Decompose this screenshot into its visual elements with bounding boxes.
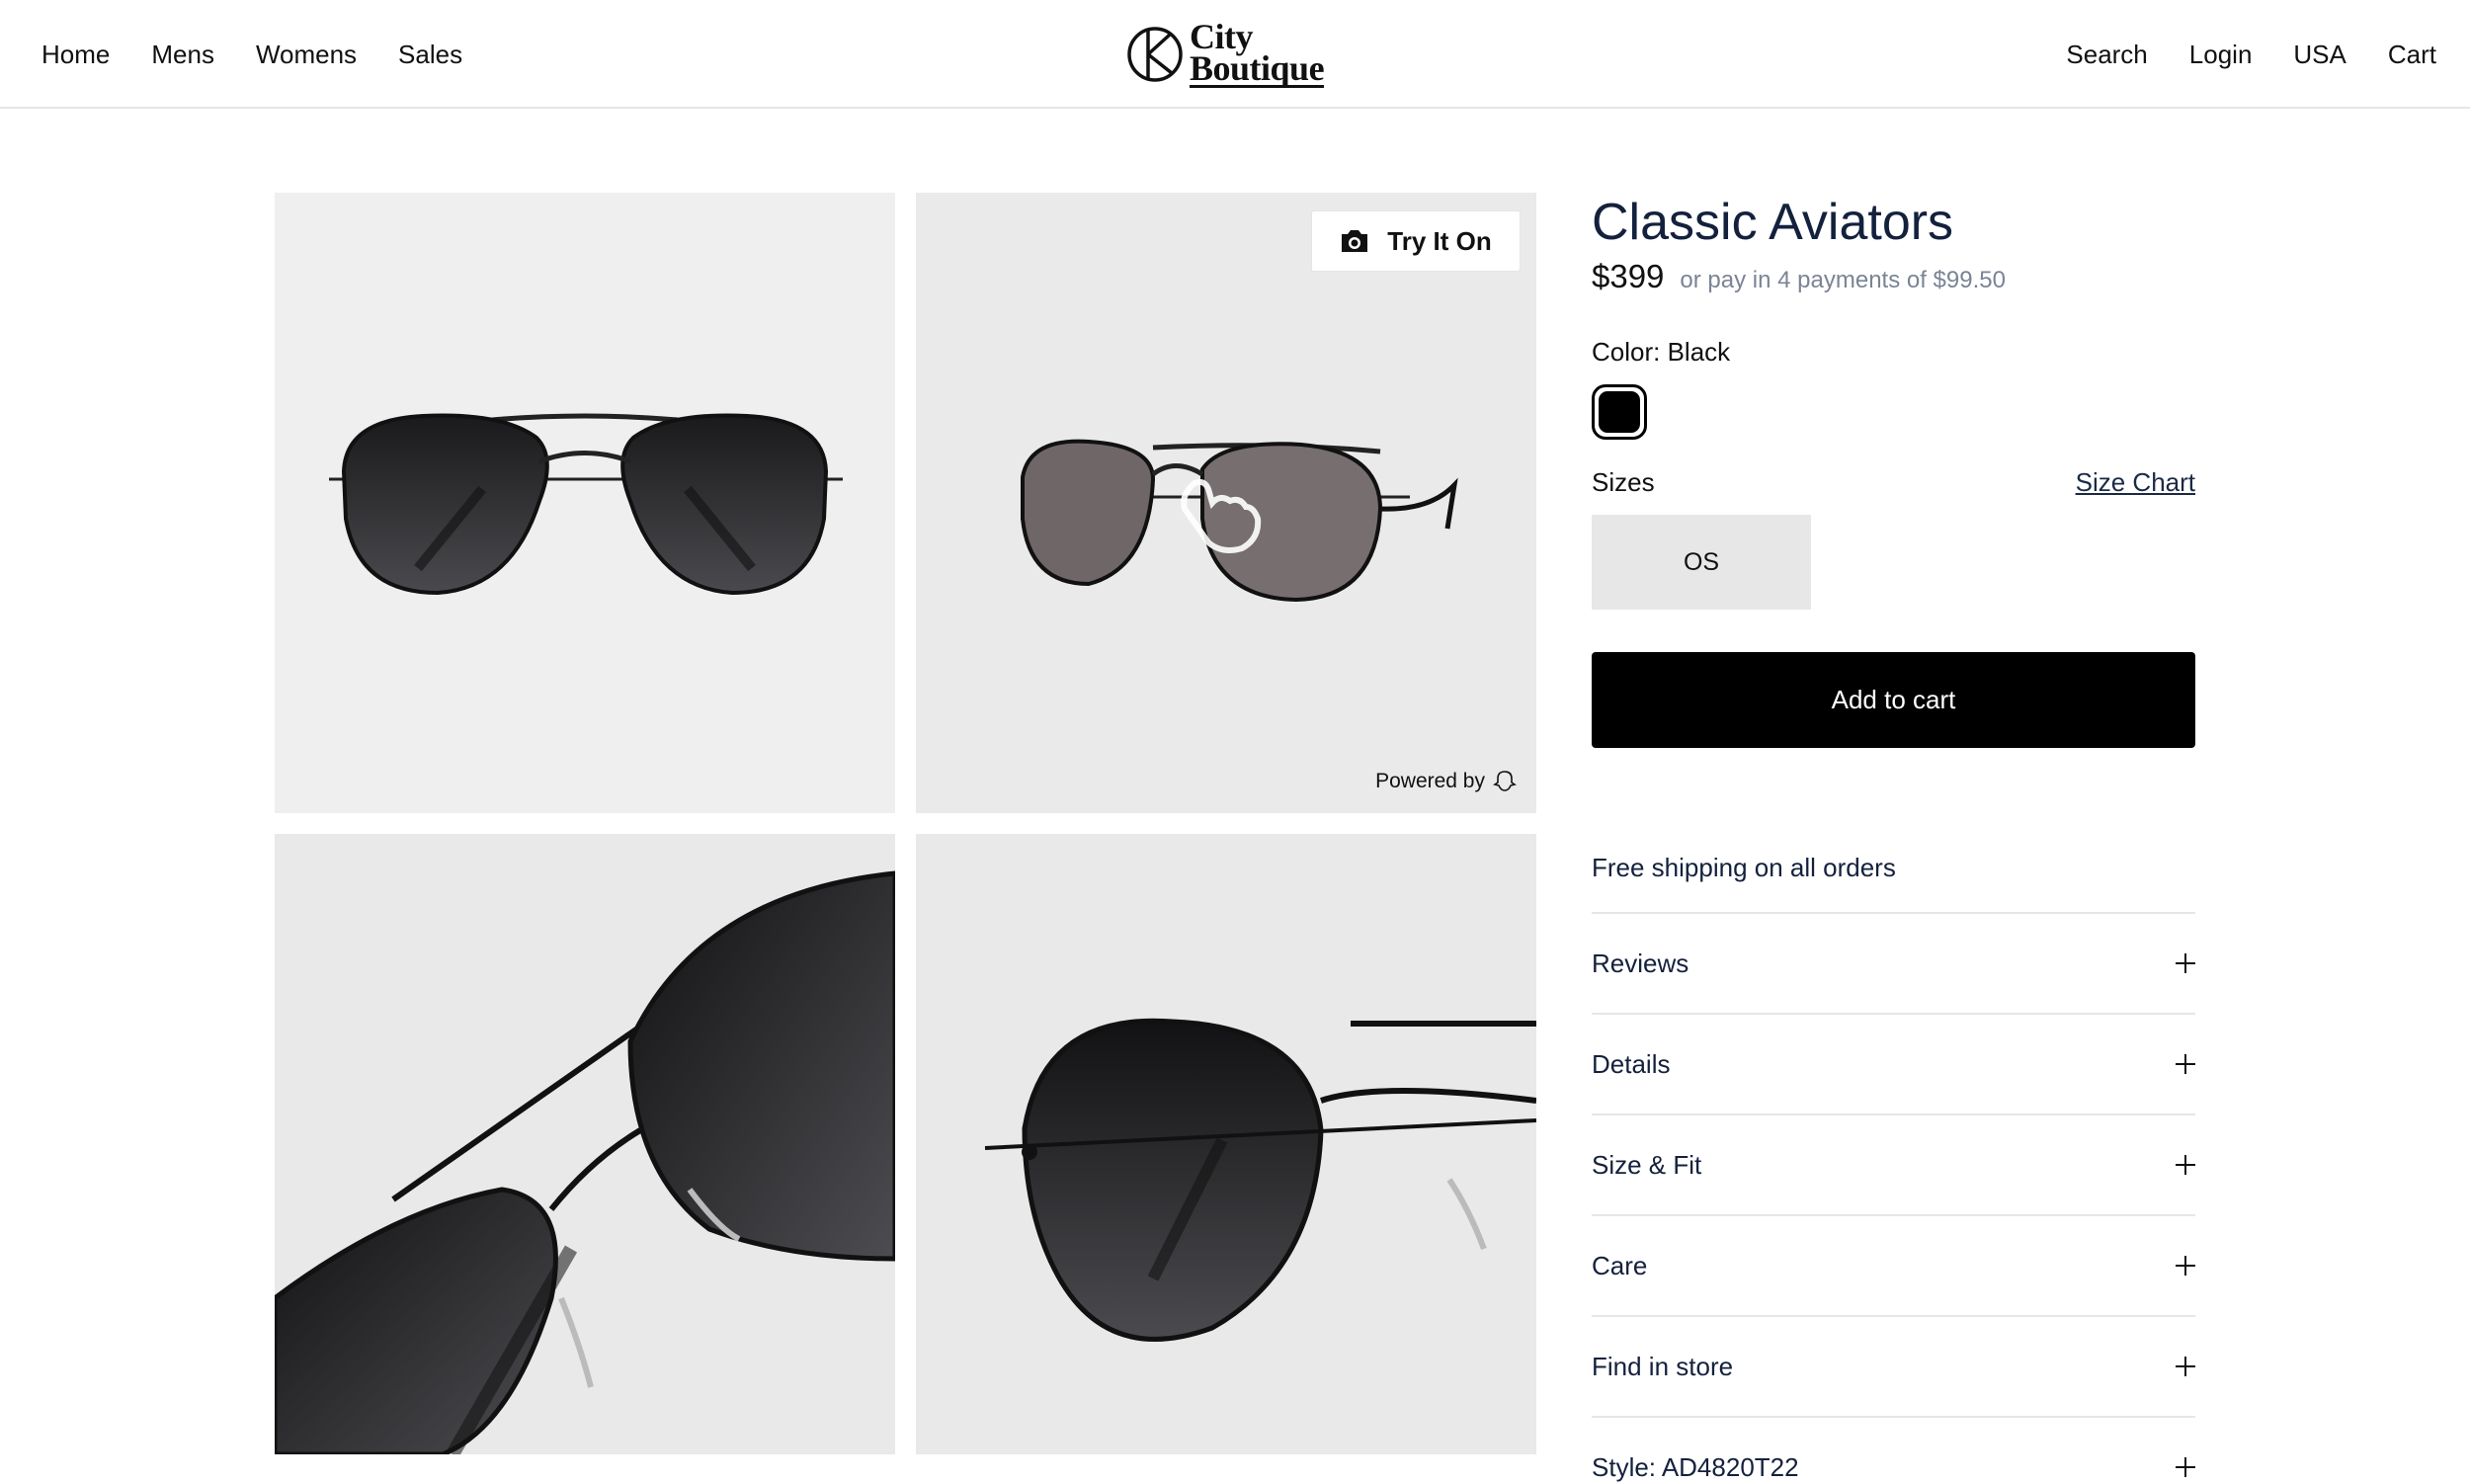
product-info-panel: Classic Aviators $399 or pay in 4 paymen…	[1592, 193, 2195, 1482]
site-header: Home Mens Womens Sales City Boutique Sea…	[0, 0, 2470, 109]
accordion-size-fit[interactable]: Size & Fit	[1592, 1113, 2195, 1214]
accordion-style[interactable]: Style: AD4820T22	[1592, 1416, 2195, 1484]
logo-wordmark: City Boutique	[1190, 16, 1325, 88]
nav-search-link[interactable]: Search	[2066, 40, 2147, 70]
logo-mark-icon	[1127, 27, 1183, 82]
nav-sales-link[interactable]: Sales	[398, 40, 462, 70]
logo-city-text: City	[1190, 16, 1254, 56]
accordion-label: Care	[1592, 1250, 1648, 1280]
size-chart-link[interactable]: Size Chart	[2076, 467, 2195, 498]
size-option-os[interactable]: OS	[1592, 515, 1811, 610]
powered-by-text: Powered by	[1375, 770, 1485, 792]
sizes-label: Sizes	[1592, 467, 1655, 497]
product-image-closeup-left[interactable]	[275, 834, 895, 1454]
price-row: $399 or pay in 4 payments of $99.50	[1592, 258, 2195, 295]
nav-womens-link[interactable]: Womens	[256, 40, 357, 70]
try-it-on-label: Try It On	[1387, 225, 1492, 256]
nav-cart-link[interactable]: Cart	[2388, 40, 2436, 70]
primary-nav: Home Mens Womens Sales	[41, 0, 462, 109]
product-image-front[interactable]	[275, 193, 895, 813]
nav-home-link[interactable]: Home	[41, 40, 110, 70]
ghost-icon	[1493, 771, 1517, 791]
color-label: Color: Black	[1592, 337, 1731, 367]
accordion-reviews[interactable]: Reviews	[1592, 912, 2195, 1013]
color-swatch-black[interactable]	[1592, 384, 1647, 440]
plus-icon	[2176, 1155, 2195, 1175]
color-swatch-fill	[1599, 391, 1640, 433]
plus-icon	[2176, 1457, 2195, 1477]
camera-icon	[1342, 230, 1368, 252]
nav-login-link[interactable]: Login	[2189, 40, 2253, 70]
product-accordion: Reviews Details Size & Fit Care Find in …	[1592, 912, 2195, 1484]
try-it-on-button[interactable]: Try It On	[1311, 210, 1521, 272]
aviators-closeup-right-image	[984, 1018, 1536, 1342]
plus-icon	[2176, 953, 2195, 973]
accordion-label: Details	[1592, 1048, 1671, 1079]
powered-by-badge: Powered by	[1375, 770, 1517, 793]
nav-mens-link[interactable]: Mens	[151, 40, 214, 70]
aviators-closeup-left-image	[275, 870, 895, 1454]
site-logo[interactable]: City Boutique	[1126, 18, 1363, 91]
aviators-front-image	[329, 413, 843, 596]
accordion-label: Find in store	[1592, 1351, 1734, 1381]
installments-text: or pay in 4 payments of $99.50	[1680, 267, 2006, 293]
accordion-label: Style: AD4820T22	[1592, 1451, 1799, 1482]
accordion-details[interactable]: Details	[1592, 1013, 2195, 1113]
plus-icon	[2176, 1256, 2195, 1276]
plus-icon	[2176, 1054, 2195, 1074]
accordion-label: Size & Fit	[1592, 1149, 1702, 1180]
accordion-label: Reviews	[1592, 948, 1689, 978]
add-to-cart-button[interactable]: Add to cart	[1592, 652, 2195, 748]
product-image-closeup-right[interactable]	[916, 834, 1536, 1454]
product-image-angle[interactable]: Try It On Powered by	[916, 193, 1536, 813]
product-price: $399	[1592, 258, 1665, 294]
nav-region-link[interactable]: USA	[2293, 40, 2346, 70]
plus-icon	[2176, 1357, 2195, 1376]
aviators-angle-image	[1021, 439, 1458, 603]
product-title: Classic Aviators	[1592, 194, 1954, 251]
accordion-find-in-store[interactable]: Find in store	[1592, 1315, 2195, 1416]
utility-nav: Search Login USA Cart	[2066, 0, 2436, 109]
accordion-care[interactable]: Care	[1592, 1214, 2195, 1315]
logo-boutique-text: Boutique	[1190, 47, 1325, 88]
shipping-note: Free shipping on all orders	[1592, 853, 1896, 882]
